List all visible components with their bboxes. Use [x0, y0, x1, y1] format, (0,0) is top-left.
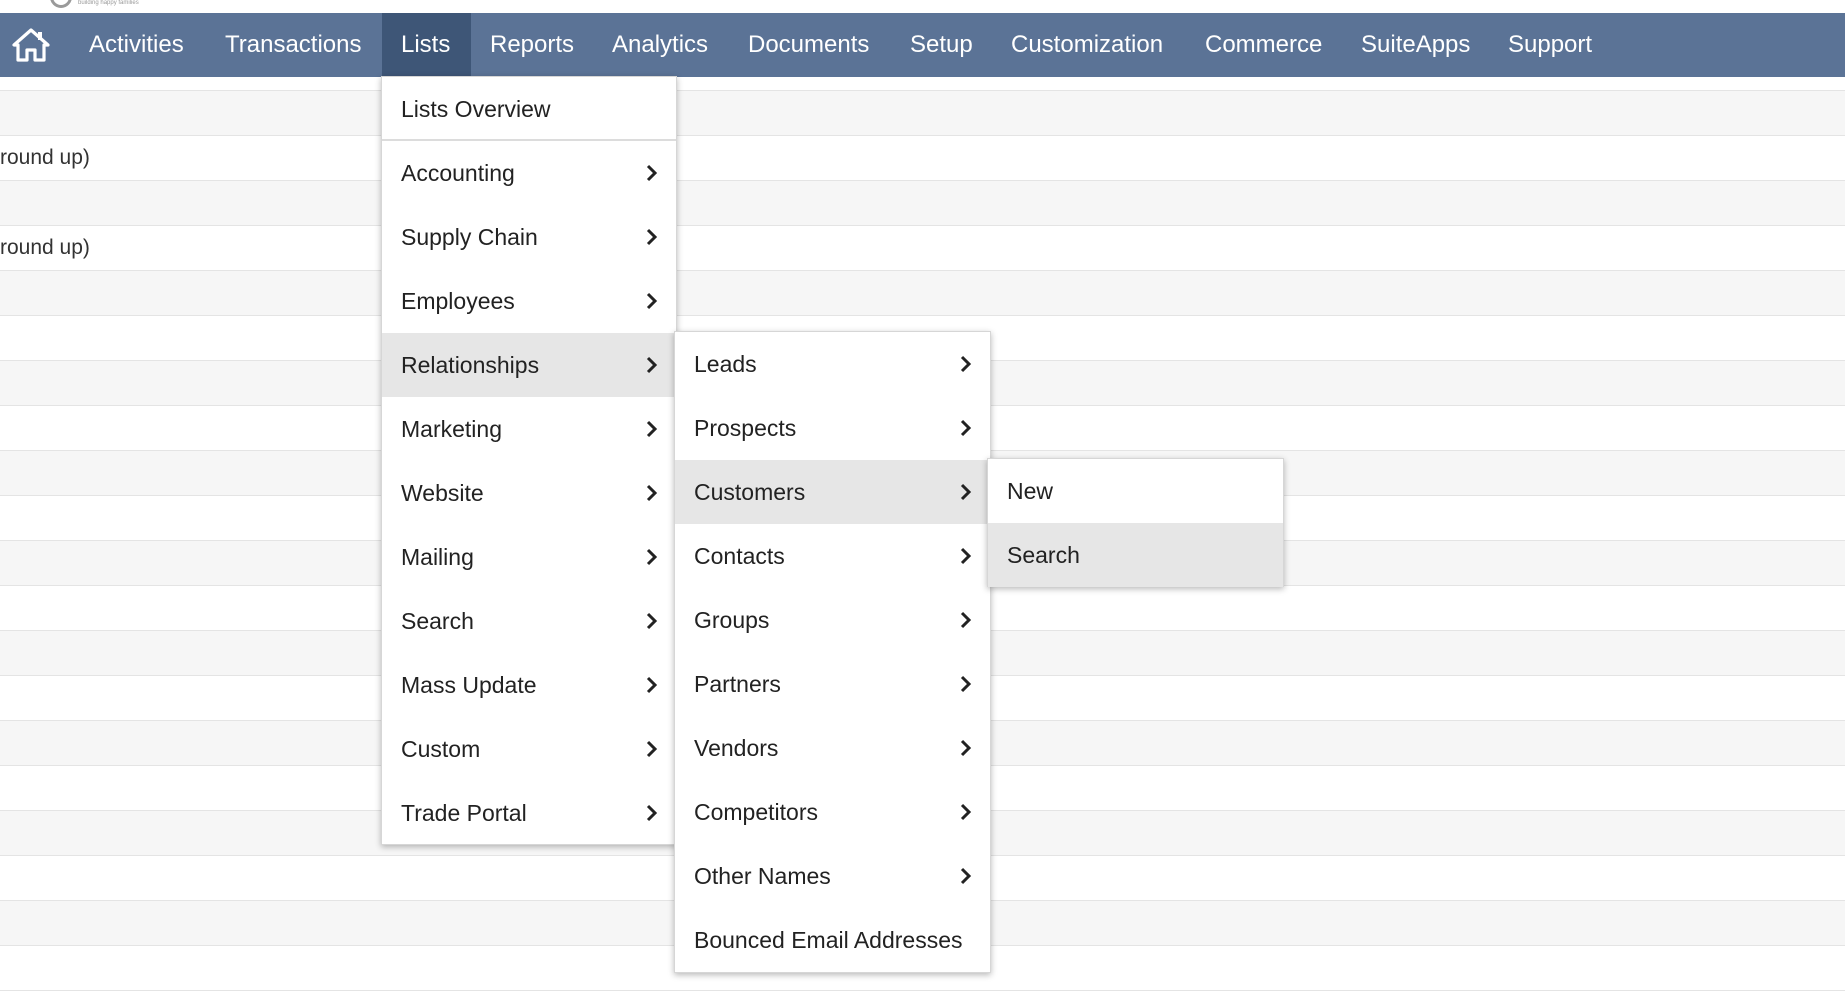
menu-item-website[interactable]: Website [382, 461, 676, 525]
nav-setup[interactable]: Setup [891, 13, 992, 77]
chevron-right-icon [646, 804, 658, 822]
menu-item-label: Relationships [401, 352, 540, 378]
nav-activities[interactable]: Activities [70, 13, 203, 77]
menu-item-new[interactable]: New [988, 459, 1283, 523]
main-navigation-bar: Activities Transactions Lists Reports An… [0, 13, 1845, 77]
chevron-right-icon [960, 739, 972, 757]
customers-submenu: New Search [987, 458, 1284, 587]
menu-item-label: Other Names [694, 863, 831, 889]
chevron-right-icon [646, 740, 658, 758]
menu-item-custom[interactable]: Custom [382, 717, 676, 781]
menu-item-marketing[interactable]: Marketing [382, 397, 676, 461]
table-row: round up) [0, 226, 1845, 271]
nav-customization[interactable]: Customization [992, 13, 1182, 77]
menu-item-label: Groups [694, 607, 770, 633]
chevron-right-icon [960, 419, 972, 437]
chevron-right-icon [960, 611, 972, 629]
menu-item-relationships[interactable]: Relationships [382, 333, 676, 397]
nav-transactions[interactable]: Transactions [206, 13, 381, 77]
menu-item-competitors[interactable]: Competitors [675, 780, 990, 844]
menu-item-accounting[interactable]: Accounting [382, 141, 676, 205]
menu-item-groups[interactable]: Groups [675, 588, 990, 652]
relationships-submenu: Leads Prospects Customers Contacts Group… [674, 331, 991, 973]
home-icon [12, 28, 50, 62]
menu-item-bounced-email-addresses[interactable]: Bounced Email Addresses [675, 908, 990, 972]
chevron-right-icon [960, 483, 972, 501]
menu-item-label: Search [401, 608, 474, 634]
chevron-right-icon [646, 420, 658, 438]
menu-item-prospects[interactable]: Prospects [675, 396, 990, 460]
chevron-right-icon [960, 803, 972, 821]
chevron-right-icon [646, 228, 658, 246]
chevron-right-icon [960, 675, 972, 693]
menu-item-customers[interactable]: Customers [675, 460, 990, 524]
chevron-right-icon [646, 548, 658, 566]
menu-item-label: Mass Update [401, 672, 537, 698]
chevron-right-icon [646, 484, 658, 502]
chevron-right-icon [646, 356, 658, 374]
page: building happy families Activities Trans… [0, 0, 1845, 994]
nav-lists[interactable]: Lists [382, 13, 471, 77]
menu-item-label: Bounced Email Addresses [694, 927, 963, 953]
menu-item-label: Vendors [694, 735, 779, 761]
menu-item-supply-chain[interactable]: Supply Chain [382, 205, 676, 269]
menu-item-label: Mailing [401, 544, 474, 570]
nav-documents[interactable]: Documents [729, 13, 888, 77]
menu-item-label: Supply Chain [401, 224, 538, 250]
nav-support[interactable]: Support [1489, 13, 1611, 77]
menu-item-label: Custom [401, 736, 481, 762]
table-row [0, 77, 1845, 91]
menu-item-label: Partners [694, 671, 781, 697]
menu-item-mailing[interactable]: Mailing [382, 525, 676, 589]
menu-item-label: Prospects [694, 415, 797, 441]
menu-item-leads[interactable]: Leads [675, 332, 990, 396]
menu-item-label: Competitors [694, 799, 818, 825]
menu-item-label: Contacts [694, 543, 785, 569]
menu-item-other-names[interactable]: Other Names [675, 844, 990, 908]
home-button[interactable] [10, 25, 52, 65]
menu-item-search[interactable]: Search [382, 589, 676, 653]
menu-item-partners[interactable]: Partners [675, 652, 990, 716]
nav-commerce[interactable]: Commerce [1186, 13, 1341, 77]
menu-item-label: Website [401, 480, 484, 506]
menu-item-label: Lists Overview [401, 96, 551, 122]
table-row: round up) [0, 136, 1845, 181]
menu-item-contacts[interactable]: Contacts [675, 524, 990, 588]
row-text: round up) [0, 236, 90, 259]
table-row [0, 271, 1845, 316]
chevron-right-icon [960, 355, 972, 373]
logo-strip: building happy families [0, 0, 1845, 13]
lists-menu: Lists Overview Accounting Supply Chain E… [381, 76, 677, 845]
nav-analytics[interactable]: Analytics [593, 13, 727, 77]
chevron-right-icon [646, 292, 658, 310]
chevron-right-icon [960, 547, 972, 565]
menu-item-vendors[interactable]: Vendors [675, 716, 990, 780]
menu-item-employees[interactable]: Employees [382, 269, 676, 333]
chevron-right-icon [646, 612, 658, 630]
chevron-right-icon [646, 164, 658, 182]
menu-item-label: New [1007, 478, 1054, 504]
menu-item-label: Marketing [401, 416, 502, 442]
chevron-right-icon [960, 867, 972, 885]
menu-item-label: Leads [694, 351, 757, 377]
menu-item-label: Search [1007, 542, 1080, 568]
table-row [0, 91, 1845, 136]
nav-suiteapps[interactable]: SuiteApps [1342, 13, 1489, 77]
company-logo-icon[interactable] [50, 0, 72, 8]
nav-reports[interactable]: Reports [471, 13, 593, 77]
menu-item-label: Customers [694, 479, 806, 505]
menu-item-lists-overview[interactable]: Lists Overview [382, 77, 676, 141]
menu-item-customers-search[interactable]: Search [988, 523, 1283, 587]
table-row [0, 181, 1845, 226]
menu-item-trade-portal[interactable]: Trade Portal [382, 781, 676, 845]
chevron-right-icon [646, 676, 658, 694]
menu-item-label: Employees [401, 288, 515, 314]
row-text: round up) [0, 146, 90, 169]
menu-item-label: Trade Portal [401, 800, 527, 826]
logo-tagline: building happy families [78, 0, 139, 6]
menu-item-mass-update[interactable]: Mass Update [382, 653, 676, 717]
menu-item-label: Accounting [401, 160, 515, 186]
